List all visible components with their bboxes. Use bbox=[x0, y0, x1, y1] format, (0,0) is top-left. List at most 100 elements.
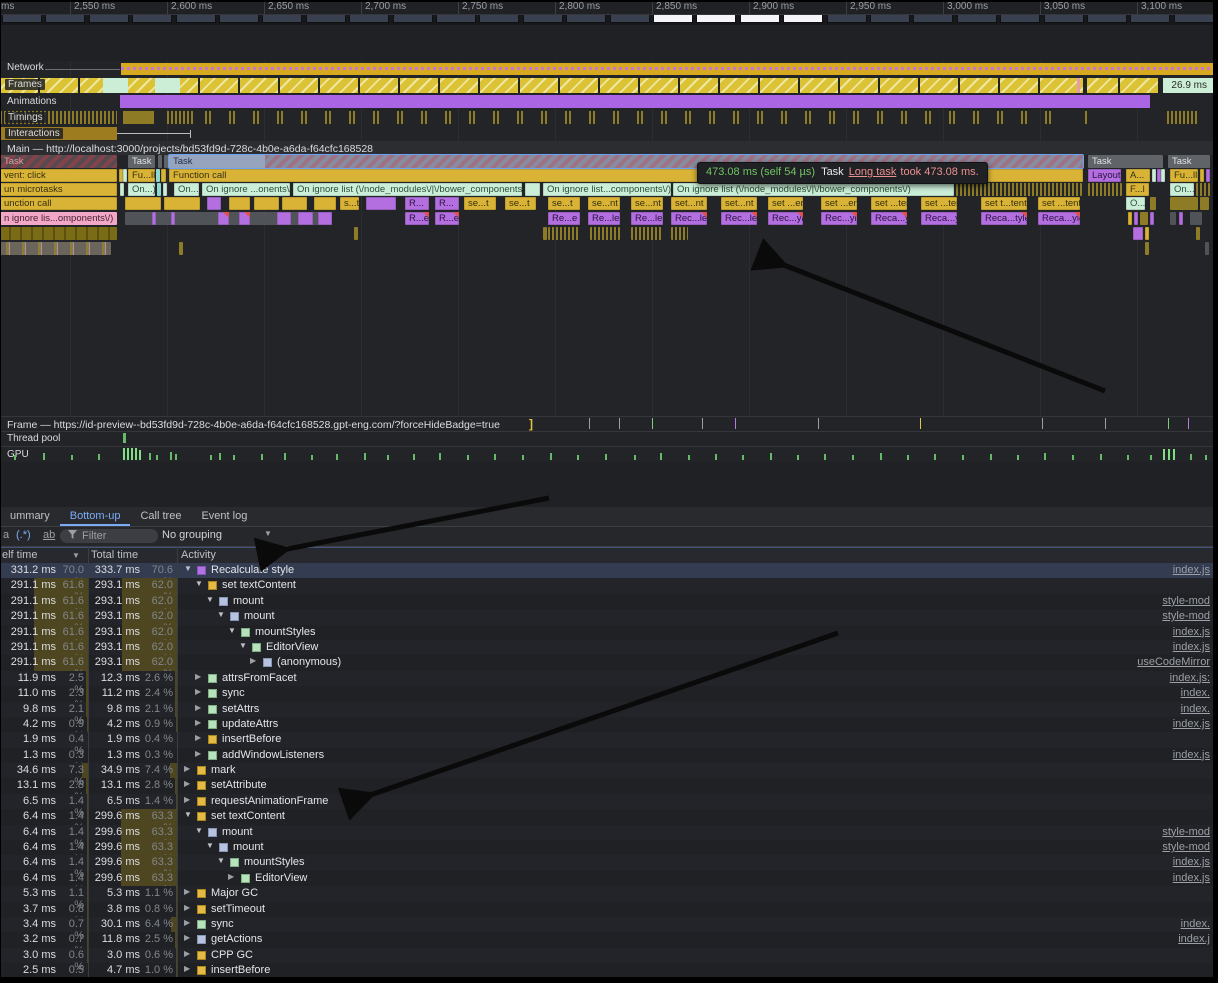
flame-event[interactable] bbox=[1200, 197, 1209, 210]
flame-event[interactable] bbox=[254, 197, 279, 210]
long-task-link[interactable]: Long task bbox=[849, 166, 897, 178]
flame-event[interactable] bbox=[164, 197, 200, 210]
source-link[interactable]: style-mod bbox=[1162, 595, 1210, 607]
flame-event[interactable] bbox=[1196, 227, 1200, 240]
source-link[interactable]: style-mod bbox=[1162, 610, 1210, 622]
flame-event[interactable]: A... bbox=[1126, 169, 1150, 182]
expand-arrow-icon[interactable]: ▶ bbox=[228, 872, 234, 881]
flame-event[interactable] bbox=[1200, 169, 1204, 182]
flame-event[interactable]: n ignore lis...omponents\/) bbox=[0, 212, 117, 225]
table-row[interactable]: 3.4 ms0.7 %30.1 ms6.4 %▶syncindex. bbox=[0, 917, 1218, 932]
column-divider[interactable] bbox=[88, 547, 89, 983]
flame-event[interactable]: set ...ent bbox=[768, 197, 803, 210]
flame-event[interactable]: Reca...yle bbox=[1038, 212, 1080, 225]
flame-event[interactable] bbox=[1161, 169, 1165, 182]
flame-event[interactable]: se...t bbox=[464, 197, 496, 210]
flame-event[interactable] bbox=[1140, 212, 1148, 225]
collapse-arrow-icon[interactable]: ▼ bbox=[217, 856, 225, 865]
expand-arrow-icon[interactable]: ▶ bbox=[195, 687, 201, 696]
source-link[interactable]: style-mod bbox=[1162, 841, 1210, 853]
flame-event[interactable] bbox=[1205, 242, 1209, 255]
flame-event[interactable] bbox=[171, 212, 175, 225]
flame-event[interactable] bbox=[179, 242, 183, 255]
grouping-select[interactable]: No grouping bbox=[162, 529, 222, 541]
flame-event[interactable]: un microtasks bbox=[0, 183, 117, 196]
flame-event[interactable]: On...) bbox=[1170, 183, 1194, 196]
flame-event[interactable]: Layout bbox=[1088, 169, 1121, 182]
flame-event[interactable] bbox=[161, 169, 166, 182]
match-case-icon[interactable]: a bbox=[3, 529, 9, 541]
table-row[interactable]: 11.9 ms2.5 %12.3 ms2.6 %▶attrsFromFaceti… bbox=[0, 671, 1218, 686]
col-self-time[interactable]: elf time bbox=[2, 549, 37, 561]
whole-word-icon[interactable]: ab bbox=[43, 529, 55, 541]
flame-event[interactable]: Reca...yle bbox=[871, 212, 907, 225]
flame-event[interactable]: Task bbox=[128, 155, 155, 168]
flame-event[interactable] bbox=[525, 183, 540, 196]
table-row[interactable]: 34.6 ms7.3 %34.9 ms7.4 %▶mark bbox=[0, 763, 1218, 778]
source-link[interactable]: index.js bbox=[1173, 856, 1210, 868]
flame-event[interactable] bbox=[277, 212, 291, 225]
flame-event[interactable]: On ignore list (\/node_modules\/|\/bower… bbox=[293, 183, 522, 196]
expand-arrow-icon[interactable]: ▶ bbox=[184, 887, 190, 896]
collapse-arrow-icon[interactable]: ▼ bbox=[195, 579, 203, 588]
flame-event[interactable] bbox=[218, 212, 229, 225]
source-link[interactable]: index.js: bbox=[1170, 672, 1210, 684]
flame-event[interactable] bbox=[239, 212, 250, 225]
flame-event[interactable]: Task bbox=[0, 155, 117, 168]
source-link[interactable]: index.js bbox=[1173, 718, 1210, 730]
flame-event[interactable]: set ...ent bbox=[821, 197, 857, 210]
flame-event[interactable] bbox=[1145, 242, 1149, 255]
table-row[interactable]: 6.4 ms1.4 %299.6 ms63.3 %▼mountstyle-mod bbox=[0, 825, 1218, 840]
table-row[interactable]: 9.8 ms2.1 %9.8 ms2.1 %▶setAttrsindex. bbox=[0, 702, 1218, 717]
flame-event[interactable]: R...e bbox=[405, 212, 429, 225]
flame-event[interactable]: Task bbox=[1168, 155, 1210, 168]
source-link[interactable]: index. bbox=[1181, 687, 1210, 699]
flame-event[interactable]: set t...tent bbox=[981, 197, 1027, 210]
flame-event[interactable]: unction call bbox=[0, 197, 117, 210]
table-row[interactable]: 4.2 ms0.9 %4.2 ms0.9 %▶updateAttrsindex.… bbox=[0, 717, 1218, 732]
idle-frame-segment[interactable] bbox=[103, 78, 128, 93]
source-link[interactable]: index.js bbox=[1173, 749, 1210, 761]
flame-event[interactable]: F...l bbox=[1126, 183, 1149, 196]
flame-event[interactable] bbox=[207, 197, 221, 210]
flame-event[interactable] bbox=[1145, 227, 1149, 240]
flame-event[interactable]: Reca...yle bbox=[921, 212, 957, 225]
flame-event[interactable] bbox=[152, 212, 156, 225]
flame-event[interactable] bbox=[366, 197, 396, 210]
flame-event[interactable] bbox=[548, 227, 580, 240]
collapse-arrow-icon[interactable]: ▼ bbox=[206, 595, 214, 604]
flame-event[interactable] bbox=[282, 197, 307, 210]
flame-event[interactable]: Rec...yle bbox=[768, 212, 803, 225]
collapse-arrow-icon[interactable]: ▼ bbox=[217, 610, 225, 619]
expand-arrow-icon[interactable]: ▶ bbox=[195, 672, 201, 681]
column-divider[interactable] bbox=[177, 547, 178, 983]
flame-event[interactable] bbox=[125, 197, 161, 210]
sort-arrow-icon[interactable]: ▼ bbox=[72, 551, 80, 560]
flame-event[interactable]: set...nt bbox=[671, 197, 707, 210]
table-row[interactable]: 1.3 ms0.3 %1.3 ms0.3 %▶addWindowListener… bbox=[0, 748, 1218, 763]
expand-arrow-icon[interactable]: ▶ bbox=[184, 933, 190, 942]
table-row[interactable]: 6.5 ms1.4 %6.5 ms1.4 %▶requestAnimationF… bbox=[0, 794, 1218, 809]
frame-duration-segment[interactable]: 26.9 ms bbox=[1163, 78, 1213, 93]
flame-event[interactable]: Re...le bbox=[588, 212, 620, 225]
flame-event[interactable]: On...) bbox=[128, 183, 155, 196]
chevron-down-icon[interactable]: ▼ bbox=[264, 529, 272, 538]
collapse-arrow-icon[interactable]: ▼ bbox=[206, 841, 214, 850]
flame-event[interactable]: R... bbox=[435, 197, 459, 210]
flame-event[interactable] bbox=[314, 197, 336, 210]
col-activity[interactable]: Activity bbox=[181, 549, 216, 561]
flame-event[interactable] bbox=[1133, 227, 1143, 240]
flame-event[interactable]: se...t bbox=[505, 197, 536, 210]
flame-event[interactable]: Fu...ll bbox=[128, 169, 155, 182]
flame-event[interactable]: Fu...ll bbox=[1170, 169, 1198, 182]
source-link[interactable]: index.js bbox=[1173, 641, 1210, 653]
table-row[interactable]: 331.2 ms70.0 %333.7 ms70.6 %▼Recalculate… bbox=[0, 563, 1218, 578]
expand-arrow-icon[interactable]: ▶ bbox=[195, 718, 201, 727]
source-link[interactable]: index.js bbox=[1173, 872, 1210, 884]
collapse-arrow-icon[interactable]: ▼ bbox=[195, 826, 203, 835]
source-link[interactable]: index. bbox=[1181, 918, 1210, 930]
flame-event[interactable]: Rec...yle bbox=[821, 212, 857, 225]
flame-event[interactable] bbox=[318, 212, 332, 225]
flame-event[interactable]: Rec...le bbox=[671, 212, 707, 225]
tab-call-tree[interactable]: Call tree bbox=[130, 507, 191, 526]
